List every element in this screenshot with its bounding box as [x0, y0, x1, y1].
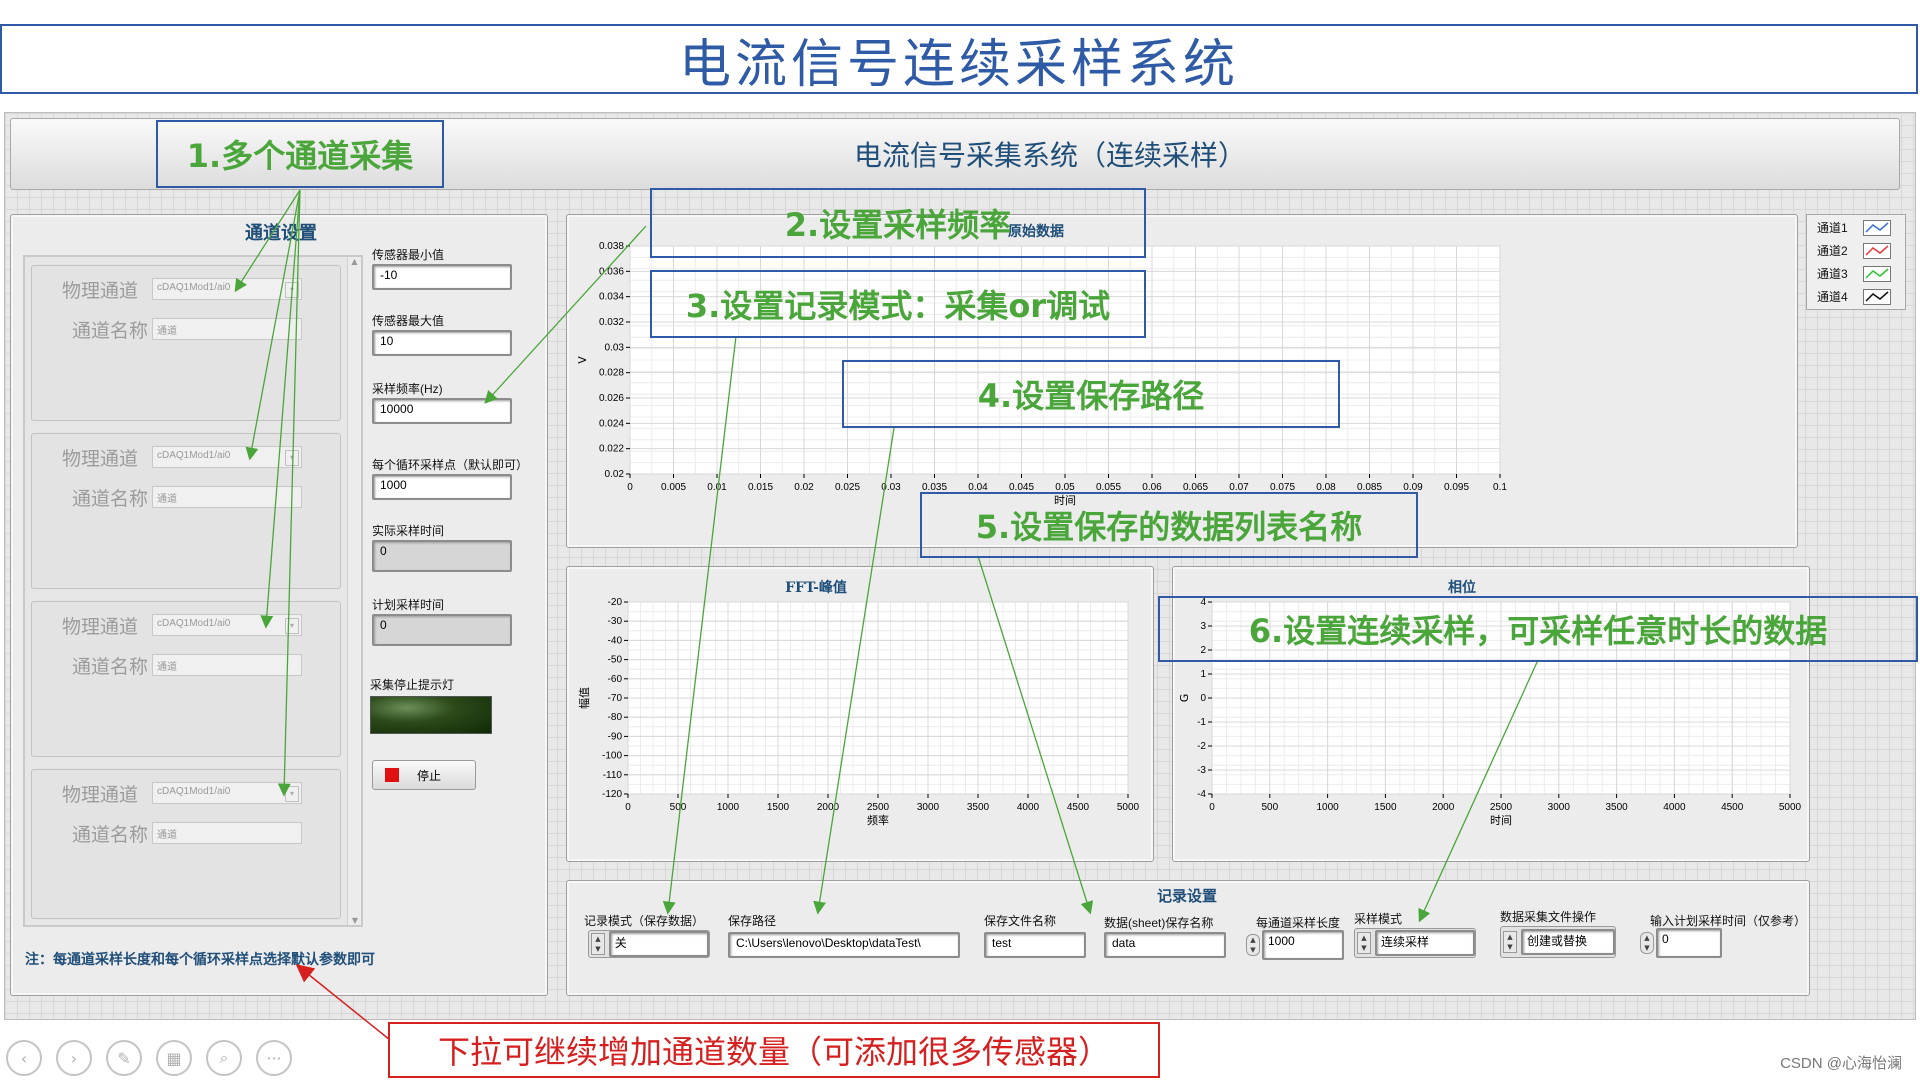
- annotation-6: 6.设置连续采样，可采样任意时长的数据: [1158, 596, 1918, 662]
- next-icon[interactable]: ›: [56, 1040, 92, 1076]
- zoom-icon[interactable]: ⌕: [206, 1040, 242, 1076]
- annotation-3: 3.设置记录模式：采集or调试: [650, 270, 1146, 338]
- red-arrow: [295, 964, 391, 1041]
- prev-icon[interactable]: ‹: [6, 1040, 42, 1076]
- annotation-dropdown-note: 下拉可继续增加通道数量（可添加很多传感器）: [388, 1022, 1160, 1078]
- watermark: CSDN @心海怡澜: [1780, 1055, 1902, 1072]
- annotation-2: 2.设置采样频率: [650, 188, 1146, 258]
- pen-icon[interactable]: ✎: [106, 1040, 142, 1076]
- annotation-5: 5.设置保存的数据列表名称: [920, 492, 1418, 558]
- annotation-4: 4.设置保存路径: [842, 360, 1340, 428]
- annotation-1: 1.多个通道采集: [156, 120, 444, 188]
- more-icon[interactable]: ···: [256, 1040, 292, 1076]
- presentation-toolbar: ‹ › ✎ ▦ ⌕ ···: [6, 1040, 292, 1076]
- layout-icon[interactable]: ▦: [156, 1040, 192, 1076]
